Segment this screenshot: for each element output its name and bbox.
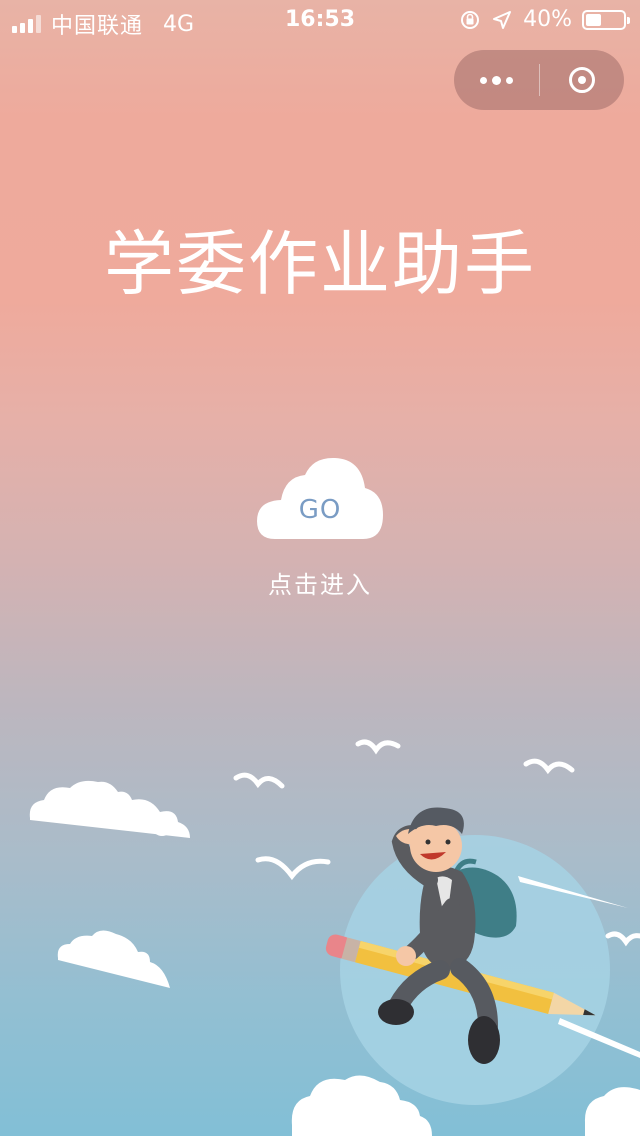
enter-label[interactable]: 点击进入 (0, 565, 640, 600)
location-arrow-icon (493, 10, 512, 29)
rotation-lock-icon (461, 10, 480, 29)
illustration (29, 739, 640, 1136)
battery-percent: 40% (523, 7, 572, 32)
cloud-bottom-right (584, 1087, 640, 1136)
status-bar: 中国联通 4G 16:53 40% (0, 0, 640, 40)
capsule-menu (454, 50, 624, 110)
more-dots-icon[interactable] (454, 50, 539, 110)
battery-icon (582, 9, 630, 30)
cloud-left-top (29, 780, 191, 838)
page-title: 学委作业助手 (104, 223, 536, 305)
go-button[interactable]: GO (255, 455, 385, 545)
go-label: GO (298, 495, 342, 525)
cloud-left-mid (57, 930, 170, 988)
close-circle-icon[interactable] (539, 50, 624, 110)
